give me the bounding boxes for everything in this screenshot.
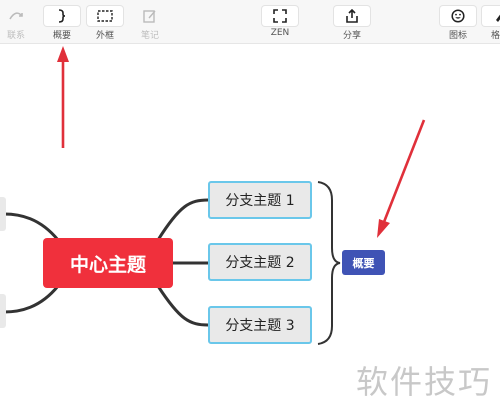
- branch-to-subtopic-1: [156, 198, 209, 241]
- subtopic-3[interactable]: 分支主题 3: [208, 306, 312, 344]
- branch-to-subtopic-3: [156, 285, 209, 327]
- offscreen-node-upper[interactable]: [0, 197, 6, 231]
- left-branch-upper: [3, 212, 60, 241]
- watermark: 软件技巧: [356, 363, 493, 401]
- annotation-arrow-summary: [377, 119, 426, 238]
- subtopic-2[interactable]: 分支主题 2: [208, 243, 312, 281]
- summary-node[interactable]: 概要: [342, 250, 385, 275]
- subtopic-1[interactable]: 分支主题 1: [208, 181, 312, 219]
- left-branch-lower: [3, 285, 60, 314]
- central-topic[interactable]: 中心主题: [43, 238, 173, 288]
- summary-brace: [317, 181, 341, 345]
- annotation-arrow-toolbar: [57, 46, 69, 148]
- offscreen-node-lower[interactable]: [0, 294, 6, 328]
